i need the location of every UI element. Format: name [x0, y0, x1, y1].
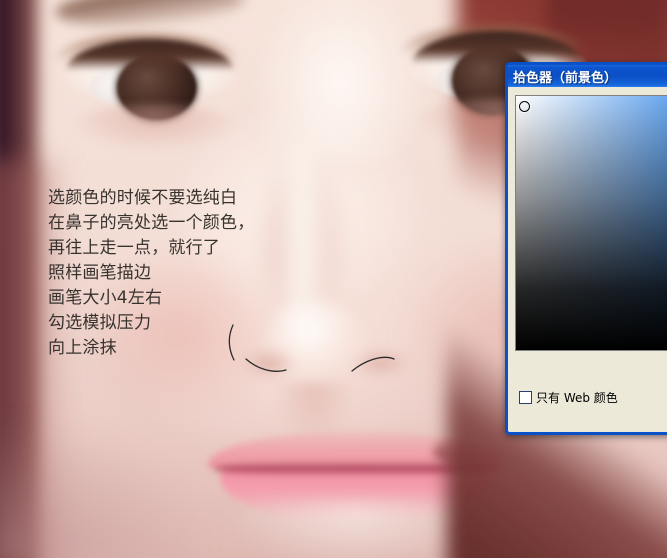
color-field[interactable]: [515, 95, 667, 351]
color-field-marker[interactable]: [519, 101, 530, 112]
web-only-colors-row[interactable]: 只有 Web 颜色: [519, 389, 618, 406]
chin-highlight: [230, 500, 480, 558]
undereye-left: [70, 104, 240, 152]
annotation-line: 向上涂抹: [48, 338, 117, 358]
dialog-title: 拾色器（前景色）: [513, 70, 618, 86]
annotation-line: 选颜色的时候不要选纯白: [48, 188, 238, 208]
annotation-text-block: 选颜色的时候不要选纯白 在鼻子的亮处选一个颜色， 再往上走一点，就行了 照样画笔…: [48, 186, 348, 361]
annotation-line: 再往上走一点，就行了: [48, 238, 220, 258]
dialog-title-bar[interactable]: 拾色器（前景色）: [508, 65, 667, 87]
annotation-line: 在鼻子的亮处选一个颜色，: [48, 213, 255, 233]
annotation-line: 勾选模拟压力: [48, 313, 152, 333]
eye-left: [55, 34, 237, 121]
annotation-line: 画笔大小4左右: [48, 288, 163, 308]
color-picker-dialog[interactable]: 拾色器（前景色） 只有 Web 颜色: [505, 62, 667, 435]
annotation-line: 照样画笔描边: [48, 263, 152, 283]
value-gradient-layer: [516, 96, 667, 350]
web-only-colors-checkbox[interactable]: [519, 391, 532, 404]
screenshot-root: 选颜色的时候不要选纯白 在鼻子的亮处选一个颜色， 再往上走一点，就行了 照样画笔…: [0, 0, 667, 558]
jaw-shadow-left: [0, 418, 210, 558]
forehead-highlight: [250, 0, 430, 160]
web-only-colors-label: 只有 Web 颜色: [536, 391, 618, 405]
dialog-body: 只有 Web 颜色: [508, 87, 667, 432]
